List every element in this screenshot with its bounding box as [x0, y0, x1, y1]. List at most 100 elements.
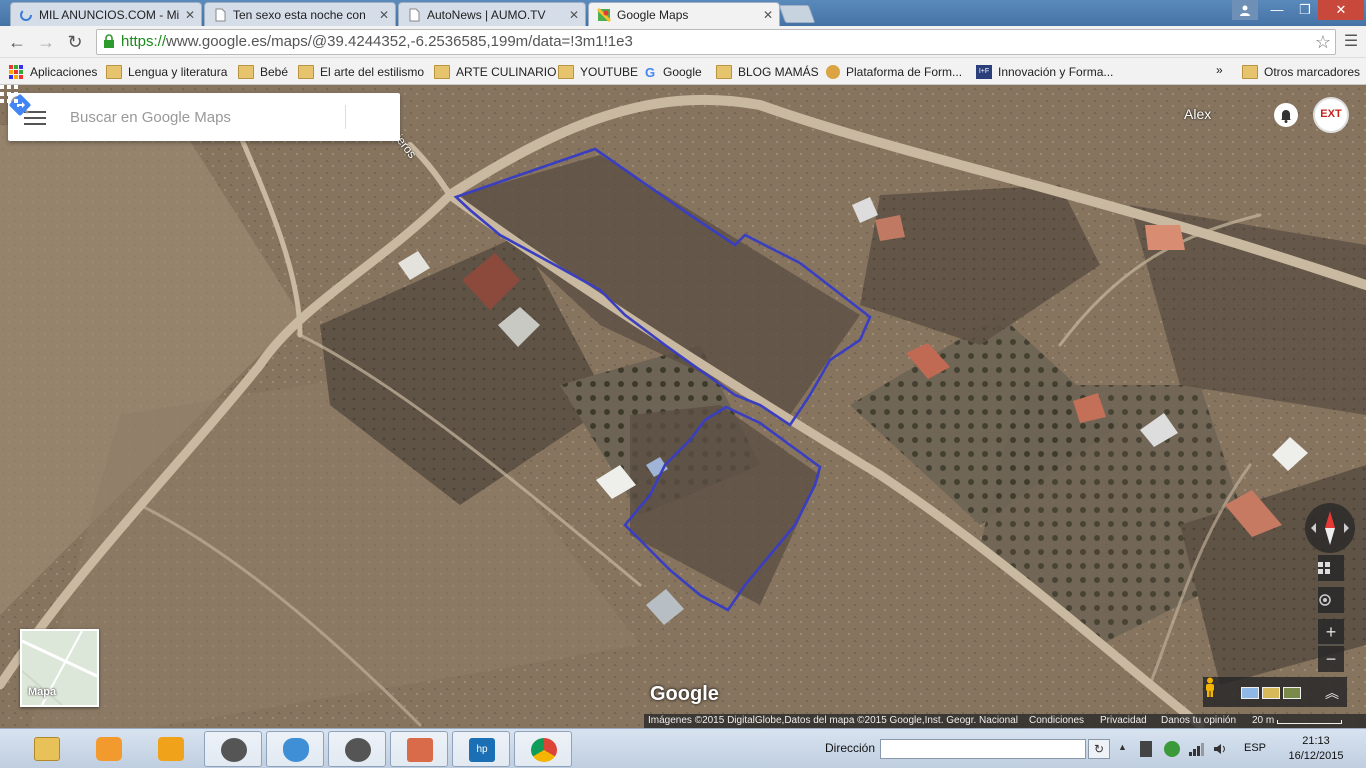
page-icon	[409, 8, 420, 22]
shield-icon	[283, 738, 309, 762]
bookmark-star-icon[interactable]: ☆	[1315, 30, 1331, 54]
pegman-icon[interactable]	[1203, 677, 1217, 697]
map-attribution: Imágenes ©2015 DigitalGlobe,Datos del ma…	[644, 714, 1366, 728]
windows-taskbar: hp Dirección ↻ ▲ ESP 21:13 16/12/2015	[0, 728, 1366, 768]
tab-autonews[interactable]: AutoNews | AUMO.TV ✕	[398, 2, 586, 26]
taskbar-app-1[interactable]	[204, 731, 262, 767]
layer-thumb-satellite[interactable]	[1283, 687, 1301, 699]
chrome-menu-icon[interactable]: ☰	[1340, 31, 1362, 53]
chevron-up-icon[interactable]: ︽	[1325, 683, 1339, 703]
bookmark-arte-culinario[interactable]: ARTE CULINARIO	[434, 63, 556, 81]
privacy-link[interactable]: Privacidad	[1100, 715, 1147, 726]
bookmark-google[interactable]: G Google	[645, 63, 702, 81]
bookmark-youtube[interactable]: YOUTUBE	[558, 63, 638, 81]
bookmark-otros[interactable]: Otros marcadores	[1242, 63, 1360, 81]
taskbar-app-2[interactable]	[328, 731, 386, 767]
bookmark-innovacion[interactable]: I+F Innovación y Forma...	[976, 63, 1113, 81]
sync-icon[interactable]	[1164, 741, 1180, 757]
bookmark-label: Aplicaciones	[30, 65, 98, 79]
maximize-button[interactable]: ❐	[1290, 0, 1320, 20]
bookmark-estilismo[interactable]: El arte del estilismo	[298, 63, 424, 81]
folder-icon	[1242, 65, 1258, 79]
taskbar-explorer[interactable]	[18, 731, 76, 767]
maps-search-box	[8, 93, 400, 141]
network-signal-icon[interactable]	[1188, 741, 1204, 757]
bookmark-label: BLOG MAMÁS	[738, 65, 819, 79]
new-tab-button[interactable]	[778, 5, 816, 23]
taskbar-app-3[interactable]	[390, 731, 448, 767]
taskbar-chrome[interactable]	[514, 731, 572, 767]
zoom-in-button[interactable]: +	[1318, 619, 1344, 645]
language-indicator[interactable]: ESP	[1244, 742, 1266, 754]
location-target-icon	[1319, 594, 1331, 606]
minimize-button[interactable]: —	[1262, 0, 1292, 20]
bookmark-plataforma[interactable]: Plataforma de Form...	[826, 63, 962, 81]
tab-sexo[interactable]: Ten sexo esta noche con ✕	[204, 2, 396, 26]
bookmark-blog-mamas[interactable]: BLOG MAMÁS	[716, 63, 819, 81]
address-toolbar: ← → ↻ https://www.google.es/maps/@39.424…	[0, 26, 1366, 58]
layer-thumb-terrain[interactable]	[1262, 687, 1280, 699]
apps-grid-icon[interactable]	[0, 85, 18, 103]
loading-spinner-icon	[20, 9, 32, 21]
tab-milanuncios[interactable]: MIL ANUNCIOS.COM - Mi ✕	[10, 2, 202, 26]
bookmark-label: Otros marcadores	[1264, 65, 1361, 79]
bookmark-label: ARTE CULINARIO	[456, 65, 557, 79]
tray-expand-icon[interactable]: ▲	[1118, 742, 1127, 752]
device-icon[interactable]	[1140, 741, 1152, 757]
taskbar-media-player[interactable]	[80, 731, 138, 767]
apps-grid-icon	[9, 65, 23, 79]
tab-close-icon[interactable]: ✕	[185, 8, 195, 22]
globe-icon	[826, 65, 840, 79]
volume-icon[interactable]	[1212, 741, 1228, 757]
notification-bell-icon[interactable]	[1274, 103, 1298, 127]
profile-icon[interactable]	[1232, 0, 1258, 20]
taskbar-security[interactable]	[266, 731, 324, 767]
url-path: www.google.es/maps/@39.4244352,-6.253658…	[166, 33, 633, 50]
reload-button[interactable]: ↻	[64, 31, 86, 53]
my-location-button[interactable]	[1318, 587, 1344, 613]
address-toolbar-label: Dirección	[825, 741, 876, 755]
avatar[interactable]: EXT	[1313, 97, 1349, 133]
tab-label: Ten sexo esta noche con	[233, 7, 366, 22]
forward-button[interactable]: →	[35, 31, 57, 53]
taskbar-outlook[interactable]	[142, 731, 200, 767]
folder-icon	[106, 65, 122, 79]
folder-icon	[238, 65, 254, 79]
system-clock[interactable]: 21:13 16/12/2015	[1284, 734, 1348, 764]
zoom-out-button[interactable]: −	[1318, 646, 1344, 672]
folder-icon	[716, 65, 732, 79]
close-window-button[interactable]: ✕	[1318, 0, 1364, 20]
terms-link[interactable]: Condiciones	[1029, 715, 1084, 726]
feedback-link[interactable]: Danos tu opinión	[1161, 715, 1236, 726]
google-maps-icon	[597, 8, 611, 22]
satellite-map[interactable]: vieros Alex EXT Mapa +	[0, 85, 1366, 728]
tab-label: AutoNews | AUMO.TV	[427, 7, 546, 22]
bookmark-aplicaciones[interactable]: Aplicaciones	[8, 63, 97, 81]
bookmark-label: YOUTUBE	[580, 65, 639, 79]
search-input[interactable]	[70, 106, 290, 128]
user-name[interactable]: Alex	[1184, 106, 1211, 122]
tab-google-maps[interactable]: Google Maps ✕	[588, 2, 780, 26]
tab-close-icon[interactable]: ✕	[379, 8, 389, 22]
compass-control[interactable]	[1305, 503, 1355, 553]
tab-close-icon[interactable]: ✕	[569, 8, 579, 22]
bookmark-lengua[interactable]: Lengua y literatura	[106, 63, 227, 81]
bookmarks-bar: Aplicaciones Lengua y literatura Bebé El…	[0, 58, 1366, 85]
tilt-view-button[interactable]	[1318, 555, 1344, 581]
url-bar[interactable]: https://www.google.es/maps/@39.4244352,-…	[96, 29, 1336, 55]
folder-icon	[558, 65, 574, 79]
bookmark-bebe[interactable]: Bebé	[238, 63, 288, 81]
map-view-toggle[interactable]: Mapa	[20, 629, 99, 707]
hp-icon: hp	[469, 738, 495, 762]
back-button[interactable]: ←	[6, 31, 28, 53]
imagery-credit: Imágenes ©2015 DigitalGlobe,Datos del ma…	[648, 715, 1018, 726]
refresh-icon[interactable]: ↻	[1088, 739, 1110, 759]
media-player-icon	[96, 737, 122, 761]
taskbar-hp[interactable]: hp	[452, 731, 510, 767]
tab-close-icon[interactable]: ✕	[763, 8, 773, 22]
outlook-icon	[158, 737, 184, 761]
bookmarks-overflow-button[interactable]: »	[1216, 63, 1223, 77]
layer-thumb-photo[interactable]	[1241, 687, 1259, 699]
address-toolbar-input[interactable]	[880, 739, 1086, 759]
google-g-icon: G	[645, 65, 656, 80]
